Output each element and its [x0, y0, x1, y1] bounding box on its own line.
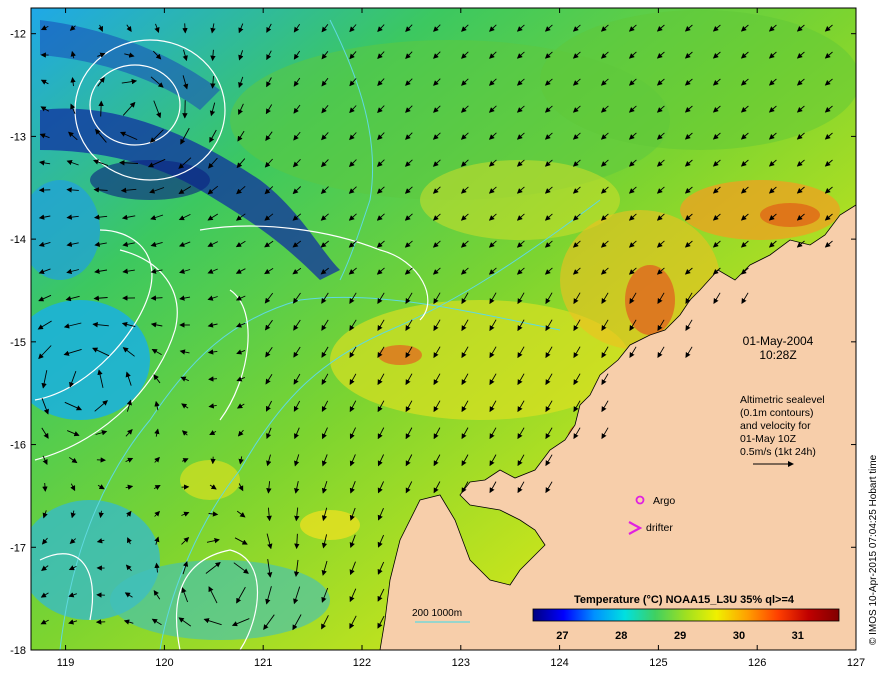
colorbar-tick-label: 29	[674, 630, 686, 642]
colorbar-tick-label: 30	[733, 630, 745, 642]
lon-tick-label: 125	[649, 657, 667, 669]
altimetry-line1: Altimetric sealevel	[740, 394, 825, 406]
lon-tick-label: 119	[57, 657, 75, 669]
velocity-arrow	[98, 100, 104, 117]
altimetry-line3: and velocity for	[740, 420, 811, 432]
lat-tick-label: -12	[10, 29, 26, 41]
date-label: 01-May-2004	[743, 334, 814, 348]
lat-tick-label: -15	[10, 337, 26, 349]
colorbar-tick-label: 27	[556, 630, 568, 642]
colorbar-tick-label: 31	[792, 630, 804, 642]
colorbar-title: Temperature (°C) NOAA15_L3U 35% ql>=4	[574, 594, 795, 606]
drifter-label: drifter	[646, 522, 673, 534]
sst-map-figure: 119 120 121 122 123 124 125 126 127 -12 -13 -14 -15…	[10, 7, 879, 669]
lon-tick-label: 127	[847, 657, 865, 669]
velocity-arrow	[150, 295, 163, 301]
lon-tick-label: 123	[452, 657, 470, 669]
time-label: 10:28Z	[759, 348, 796, 362]
lon-tick-label: 122	[353, 657, 371, 669]
colorbar-gradient	[532, 608, 840, 622]
velocity-arrow	[208, 376, 218, 382]
credit-line: © IMOS 10-Apr-2015 07:04:25 Hobart time	[868, 454, 879, 645]
lon-tick-label: 120	[155, 657, 173, 669]
lat-tick-label: -17	[10, 542, 26, 554]
colorbar-tick-label: 28	[615, 630, 627, 642]
lon-tick-label: 121	[254, 657, 272, 669]
lat-tick-label: -18	[10, 645, 26, 657]
altimetry-line2: (0.1m contours)	[740, 407, 814, 419]
bathy-legend-label: 200 1000m	[412, 608, 462, 619]
altimetry-line4: 01-May 10Z	[740, 433, 797, 445]
velocity-arrow	[182, 23, 188, 34]
altimetry-line5: 0.5m/s (1kt 24h)	[740, 446, 816, 458]
lat-tick-label: -13	[10, 131, 26, 143]
lon-tick-label: 124	[550, 657, 568, 669]
lon-tick-label: 126	[748, 657, 766, 669]
velocity-arrow	[42, 482, 48, 492]
argo-label: Argo	[653, 495, 675, 507]
lat-tick-label: -14	[10, 234, 26, 246]
lat-tick-label: -16	[10, 440, 26, 452]
